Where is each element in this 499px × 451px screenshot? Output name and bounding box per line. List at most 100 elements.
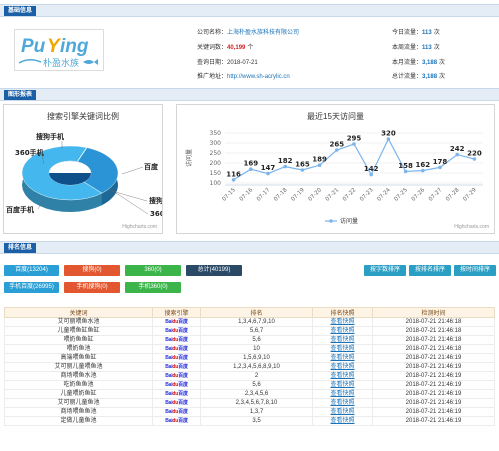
x-tick-label: 07-15 [221, 187, 237, 203]
engine-cell: Baidu百度 [152, 335, 201, 345]
pie-label: 搜狗手机 [36, 132, 64, 141]
svg-text:Pu: Pu [21, 36, 46, 57]
keyword-cell[interactable]: 吃奶鱼鱼池 [4, 380, 153, 390]
snapshot-link[interactable]: 查看快照 [312, 353, 373, 363]
rank-cell: 3,5 [200, 416, 313, 426]
rank-cell: 1,3,4,6,7,9,10 [200, 317, 313, 327]
snapshot-link[interactable]: 查看快照 [312, 326, 373, 336]
keyword-cell[interactable]: 商场喂鱼鱼池 [4, 407, 153, 417]
keyword-cell[interactable]: 艾可丽儿童喂鱼池 [4, 362, 153, 372]
keyword-cell[interactable]: 喂奶鱼鱼缸 [4, 335, 153, 345]
section-title: 排名信息 [4, 243, 37, 253]
snapshot-link[interactable]: 查看快照 [312, 416, 373, 426]
data-point[interactable] [335, 148, 339, 152]
data-point[interactable] [438, 165, 442, 170]
pie-label: 百度手机 [6, 205, 34, 214]
x-tick-label: 07-17 [256, 187, 272, 203]
keyword-cell[interactable]: 定做儿童鱼池 [4, 416, 153, 426]
data-point[interactable] [231, 178, 236, 182]
baidu-logo-icon: Baidu百度 [165, 409, 188, 415]
keyword-cell[interactable]: 艾可丽喂鱼水池 [4, 317, 153, 327]
pie-leader-line [109, 188, 149, 215]
x-tick-label: 07-25 [393, 187, 409, 203]
data-point[interactable] [266, 171, 270, 176]
snapshot-link[interactable]: 查看快照 [312, 362, 373, 372]
data-label: 158 [398, 162, 413, 170]
y-tick-label: 350 [210, 130, 222, 137]
filter-mobile-360-button[interactable]: 手机360(0) [125, 282, 181, 293]
time-cell: 2018-07-21 21:46:18 [372, 344, 495, 354]
keyword-cell[interactable]: 高端喂鱼鱼缸 [4, 353, 153, 363]
engine-cell: Baidu百度 [152, 371, 201, 381]
time-cell: 2018-07-21 21:46:19 [372, 380, 495, 390]
rank-cell: 10 [200, 344, 313, 354]
legend-label[interactable]: 访问量 [340, 217, 358, 225]
snapshot-link[interactable]: 查看快照 [312, 344, 373, 354]
filter-mobile-sogou-button[interactable]: 手机搜狗(0) [64, 282, 120, 293]
snapshot-link[interactable]: 查看快照 [312, 380, 373, 390]
table-row: 喂奶鱼池 Baidu百度 10 查看快照 2018-07-21 21:46:18 [4, 344, 495, 354]
sort-by-rank-button[interactable]: 按排名排序 [409, 265, 451, 276]
query-date: 2018-07-21 [227, 60, 258, 66]
snapshot-link[interactable]: 查看快照 [312, 389, 373, 399]
filter-sogou-button[interactable]: 搜狗(0) [64, 265, 120, 276]
x-tick-label: 07-29 [462, 187, 478, 203]
filter-mobile-baidu-button[interactable]: 手机百度(26995) [4, 282, 59, 293]
site-link[interactable]: http://www.sh-acrylic.cn [227, 74, 290, 80]
baidu-logo-icon: Baidu百度 [165, 346, 188, 352]
pie-label: 搜狗 [149, 196, 162, 205]
ranking-table: 关键词 搜索引擎 排名 排名快照 检测时间 艾可丽喂鱼水池 Baidu百度 1,3,… [4, 307, 495, 426]
engine-cell: Baidu百度 [152, 362, 201, 372]
snapshot-link[interactable]: 查看快照 [312, 335, 373, 345]
data-point[interactable] [249, 167, 253, 171]
y-tick-label: 200 [210, 160, 222, 167]
traffic-total: 总计流量：3,188 次 [392, 74, 446, 80]
pie-chart-panel: 搜索引擎关键词比例 百度搜狗360百度手机360手机搜狗手机 Highchart… [3, 104, 163, 234]
sort-by-time-button[interactable]: 按时间排序 [454, 265, 496, 276]
keyword-cell[interactable]: 商场喂鱼水池 [4, 371, 153, 381]
data-point[interactable] [369, 172, 373, 177]
data-point[interactable] [455, 152, 460, 157]
snapshot-link[interactable]: 查看快照 [312, 407, 373, 417]
rank-cell: 1,5,6,9,10 [200, 353, 313, 363]
data-point[interactable] [317, 163, 322, 167]
line-chart-panel: 最近15天访问量 100 150 200 250 300 350 访问量 07-15 07-16… [176, 104, 495, 234]
filter-baidu-button[interactable]: 百度(13204) [4, 265, 59, 276]
data-label: 189 [312, 156, 327, 164]
keyword-cell[interactable]: 艾可丽儿童鱼池 [4, 398, 153, 408]
baidu-logo-icon: Baidu百度 [165, 328, 188, 334]
snapshot-link[interactable]: 查看快照 [312, 371, 373, 381]
svg-text:朴盈水族: 朴盈水族 [43, 57, 79, 69]
snapshot-link[interactable]: 查看快照 [312, 317, 373, 327]
data-point[interactable] [300, 168, 305, 172]
time-cell: 2018-07-21 21:46:19 [372, 416, 495, 426]
rank-cell: 5,6,7 [200, 326, 313, 336]
x-tick-label: 07-22 [342, 187, 358, 203]
rank-cell: 5,6 [200, 380, 313, 390]
sort-by-length-button[interactable]: 按字数排序 [364, 265, 406, 276]
pie-label: 百度 [144, 162, 159, 171]
data-point[interactable] [403, 169, 408, 174]
table-row: 艾可丽儿童鱼池 Baidu百度 2,3,4,5,6,7,8,10 查看快照 2018-0… [4, 398, 495, 408]
keyword-cell[interactable]: 喂奶鱼池 [4, 344, 153, 354]
table-row: 吃奶鱼鱼池 Baidu百度 5,6 查看快照 2018-07-21 21:46:19 [4, 380, 495, 390]
x-tick-label: 07-24 [376, 187, 392, 203]
data-point[interactable] [283, 164, 287, 169]
data-point[interactable] [352, 142, 356, 146]
baidu-logo-icon: Baidu百度 [165, 364, 188, 370]
data-point[interactable] [472, 157, 477, 161]
data-point[interactable] [386, 137, 391, 141]
keyword-cell[interactable]: 儿童喂奶鱼缸 [4, 389, 153, 399]
x-tick-label: 07-21 [325, 187, 341, 203]
filter-total-button[interactable]: 总计(40199) [186, 265, 242, 276]
filter-360-button[interactable]: 360(0) [125, 265, 181, 276]
snapshot-link[interactable]: 查看快照 [312, 398, 373, 408]
table-row: 商场喂鱼鱼池 Baidu百度 1,3,7 查看快照 2018-07-21 21:46:1… [4, 407, 495, 417]
data-point[interactable] [421, 168, 425, 173]
y-tick-label: 150 [210, 170, 222, 177]
keyword-cell[interactable]: 儿童喂鱼缸鱼缸 [4, 326, 153, 336]
table-header-row: 关键词 搜索引擎 排名 排名快照 检测时间 [4, 307, 495, 318]
data-label: 265 [329, 141, 344, 149]
ranking-header: 排名信息 [0, 241, 499, 254]
section-title: 基础信息 [4, 6, 37, 16]
